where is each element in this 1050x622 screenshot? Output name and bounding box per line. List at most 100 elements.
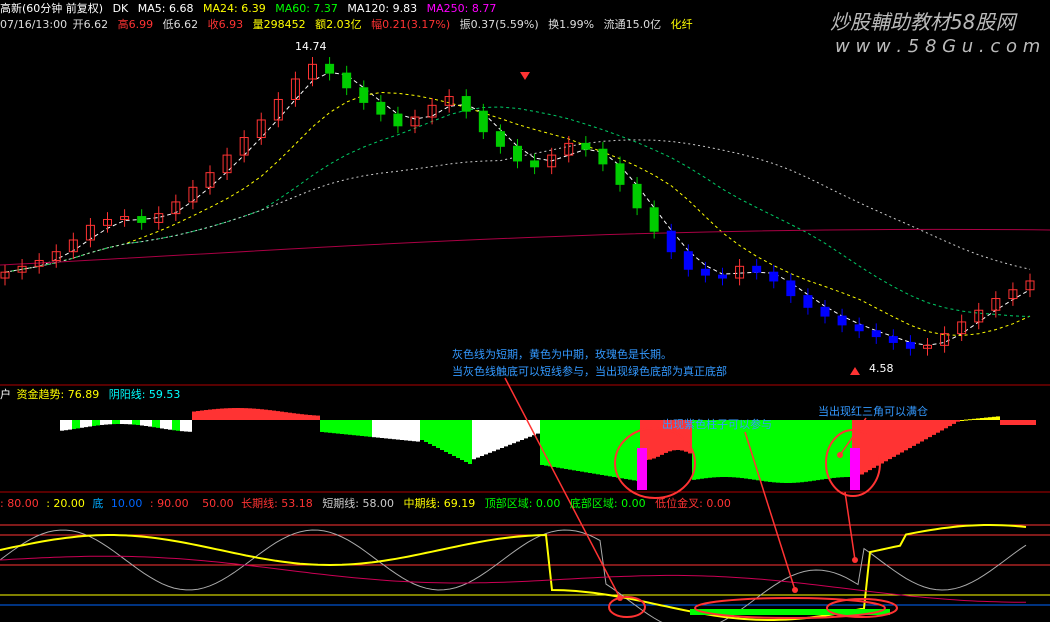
- low-triangle-marker: [850, 367, 860, 375]
- short-line-label: 短期线: 58.00: [322, 497, 395, 510]
- trend-bar: [476, 420, 480, 458]
- trend-bar: [952, 420, 956, 424]
- trend-bar: [236, 408, 240, 420]
- trend-bar: [208, 409, 212, 420]
- trend-bar: [124, 420, 128, 425]
- level-20: : 20.00: [46, 497, 85, 510]
- trend-bar: [128, 420, 132, 425]
- trend-bar: [888, 420, 892, 460]
- trend-bar: [228, 408, 232, 420]
- fund-trend-label: 资金趋势: 76.89: [16, 388, 100, 401]
- candles: [0, 57, 1035, 356]
- arrow-head: [617, 595, 623, 601]
- trend-bar: [308, 414, 312, 420]
- trend-bar: [260, 409, 264, 420]
- candle-body: [803, 295, 813, 308]
- candle-body: [905, 341, 915, 349]
- trend-bar: [460, 420, 464, 460]
- mid-line-label: 中期线: 69.19: [403, 497, 476, 510]
- trend-bar: [416, 420, 420, 442]
- trend-bar: [116, 420, 120, 425]
- trend-bar: [168, 420, 172, 430]
- trend-bar: [964, 419, 968, 421]
- trend-bar: [324, 420, 328, 433]
- trend-bar: [176, 420, 180, 431]
- trend-bar: [1028, 420, 1032, 425]
- candle-body: [649, 207, 659, 232]
- trend-bar: [388, 420, 392, 439]
- trend-bar: [912, 420, 916, 446]
- trend-bar: [588, 420, 592, 473]
- trend-bar: [564, 420, 568, 469]
- trend-bar: [540, 420, 544, 465]
- trend-bar: [332, 420, 336, 434]
- trend-bar: [792, 420, 796, 483]
- yinyang-label: 阴阳线: 59.53: [108, 388, 181, 401]
- candle-body: [683, 251, 693, 270]
- trend-bar: [312, 415, 316, 420]
- trend-bar: [624, 420, 628, 479]
- trend-bar: [136, 420, 140, 426]
- candle-body: [342, 72, 352, 89]
- fund-trend-bars: [60, 408, 1036, 490]
- trend-bar: [936, 420, 940, 433]
- trend-bar: [316, 415, 320, 420]
- trend-bar: [144, 420, 148, 427]
- candle-body: [359, 87, 369, 103]
- trend-bar: [96, 420, 100, 426]
- trend-bar: [92, 420, 96, 426]
- trend-bar: [1012, 420, 1016, 425]
- trend-bar: [184, 420, 188, 432]
- annotation-line-colors: 灰色线为短期，黄色为中期，玫瑰色是长期。: [452, 348, 672, 361]
- trend-bar: [80, 420, 84, 428]
- trend-bar: [376, 420, 380, 438]
- trend-bar: [1016, 420, 1020, 425]
- trend-bar: [360, 420, 364, 436]
- trend-bar: [204, 410, 208, 420]
- trend-bar: [556, 420, 560, 468]
- candle-body: [854, 324, 864, 332]
- trend-bar: [916, 420, 920, 444]
- trend-bar: [72, 420, 76, 430]
- trend-bar: [596, 420, 600, 475]
- trend-bar: [320, 420, 324, 432]
- trend-bar: [84, 420, 88, 428]
- trend-bar: [976, 418, 980, 420]
- trend-bar: [836, 420, 840, 478]
- trend-bar: [112, 420, 116, 425]
- low-mark-label: 4.58: [869, 362, 894, 375]
- trend-bar: [816, 420, 820, 481]
- annotation-bottom-rule: 当灰色线触底可以短线参与，当出现绿色底部为真正底部: [452, 365, 727, 378]
- trend-bar: [104, 420, 108, 425]
- trend-bar: [648, 420, 652, 460]
- trend-bar: [892, 420, 896, 457]
- trend-bar: [276, 411, 280, 420]
- trend-bar: [776, 420, 780, 483]
- candle-body: [495, 131, 505, 147]
- trend-bar: [568, 420, 572, 470]
- trend-bar: [200, 410, 204, 420]
- trend-bar: [444, 420, 448, 452]
- annotation-red-triangle: 当出现红三角可以满仓: [818, 405, 928, 418]
- trend-bar: [1024, 420, 1028, 425]
- trend-bar: [432, 420, 436, 446]
- trend-bar: [108, 420, 112, 425]
- ma250-line: [0, 228, 1050, 266]
- trend-bar: [780, 420, 784, 483]
- highlight-circle: [608, 596, 646, 618]
- candle-body: [871, 330, 881, 338]
- high-mark-label: 14.74: [295, 40, 327, 53]
- panel2-header: 户 资金趋势: 76.89 阴阳线: 59.53: [0, 388, 186, 402]
- trend-bar: [424, 420, 428, 442]
- trend-bar: [1000, 420, 1004, 425]
- trend-bar: [60, 420, 64, 431]
- trend-bar: [212, 409, 216, 420]
- trend-bar: [248, 408, 252, 420]
- low-cross-label: 低位金叉: 0.00: [655, 497, 731, 510]
- trend-bar: [928, 420, 932, 438]
- candle-body: [615, 163, 625, 185]
- trend-bar: [864, 420, 868, 473]
- trend-bar: [496, 420, 500, 450]
- trend-bar: [344, 420, 348, 435]
- trend-bar: [800, 420, 804, 483]
